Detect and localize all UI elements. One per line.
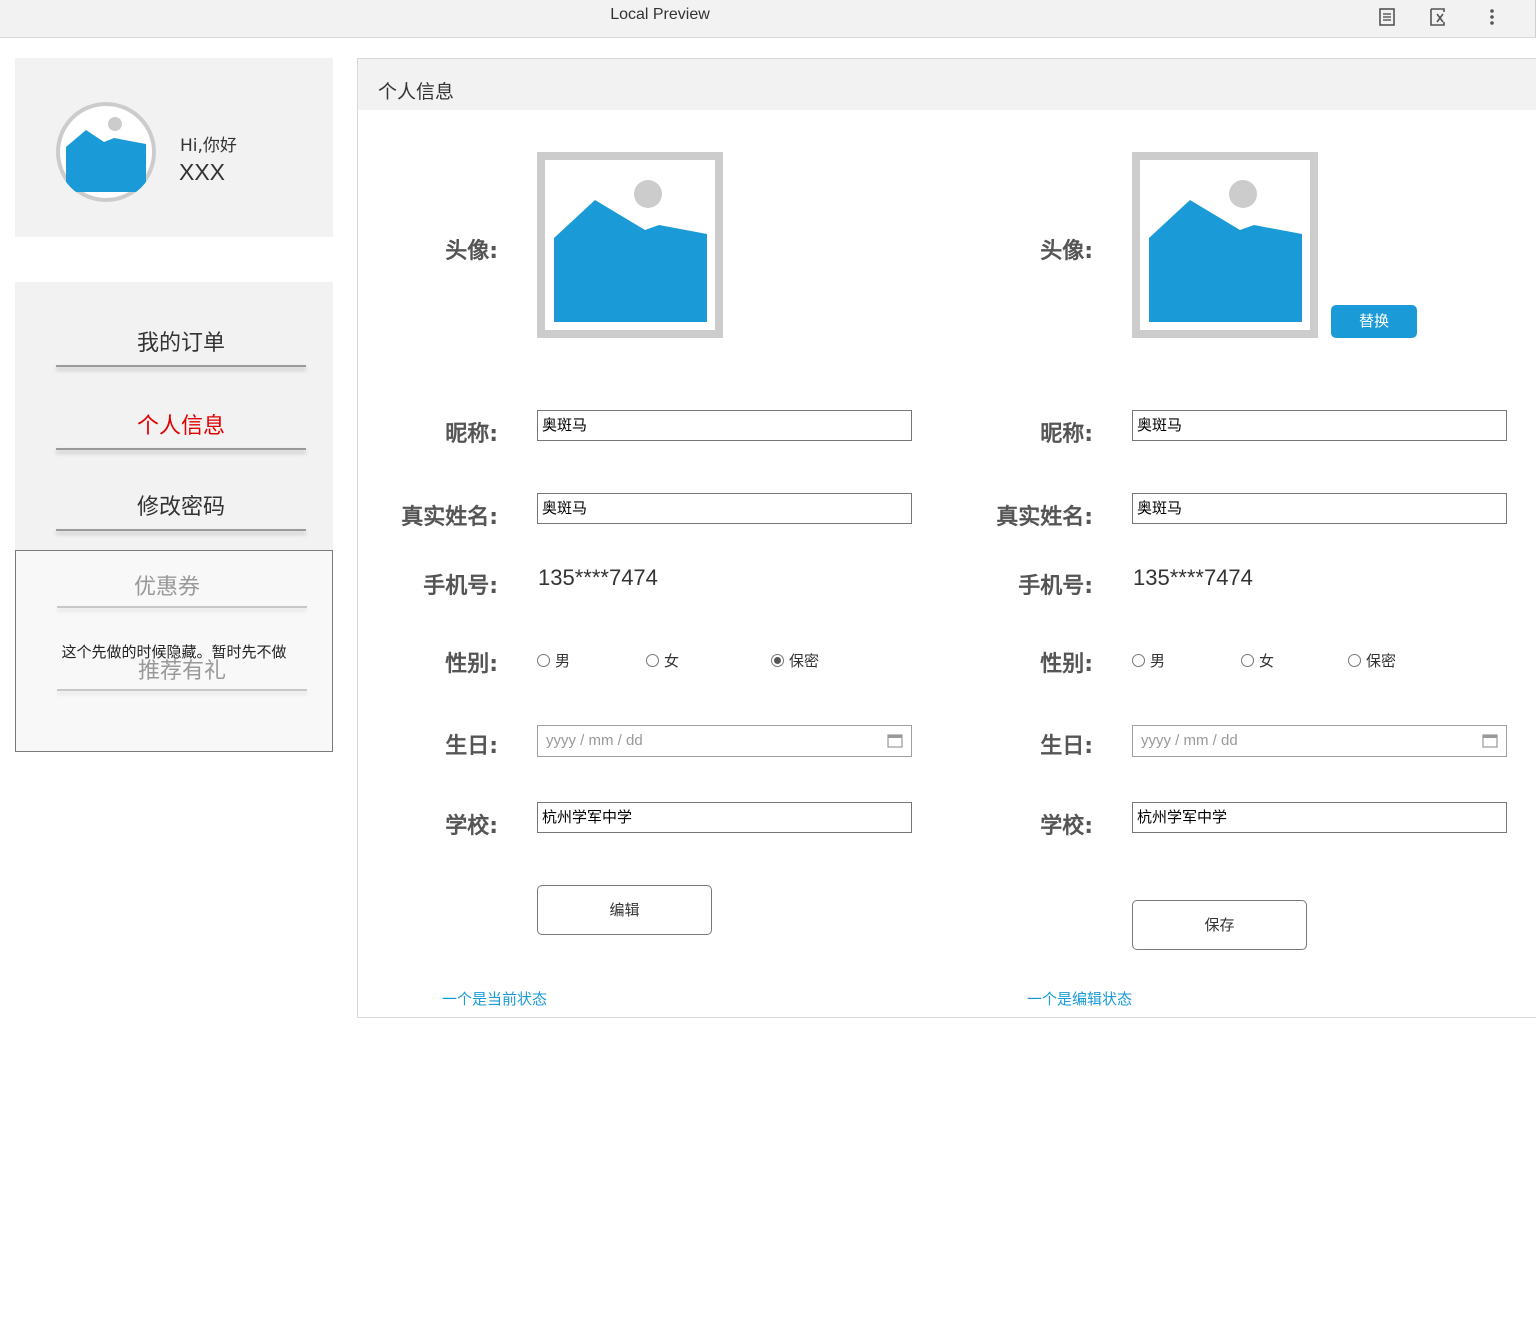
document-icon[interactable] [1375,5,1399,29]
image-placeholder-icon [545,160,715,330]
avatar-image [1132,152,1318,338]
panel-header: 个人信息 [358,59,1536,110]
realname-label: 真实姓名: [401,505,498,530]
nickname-field[interactable]: 奥斑马 [1132,410,1507,441]
radio-icon [537,654,550,667]
image-placeholder-icon [60,106,152,198]
avatar-label: 头像: [445,239,498,264]
school-field[interactable]: 杭州学军中学 [1132,802,1507,833]
sidebar-item-coupons: 优惠券 [133,575,200,600]
radio-checked-icon [771,654,784,667]
gender-radio-male[interactable]: 男 [1132,650,1165,671]
divider [56,529,306,531]
birthday-date-input[interactable]: yyyy / mm / dd [537,725,912,757]
image-placeholder-icon [1140,160,1310,330]
realname-label: 真实姓名: [996,505,1093,530]
edit-button[interactable]: 编辑 [537,885,712,935]
school-label: 学校: [1040,814,1093,839]
divider [57,606,307,608]
gender-radio-female[interactable]: 女 [646,650,679,671]
gender-radio-male[interactable]: 男 [537,650,570,671]
phone-label: 手机号: [1018,574,1093,599]
state-note: 一个是当前状态 [442,990,548,1008]
radio-icon [646,654,659,667]
radio-icon [1348,654,1361,667]
main-panel: 个人信息 头像: 昵称: 奥斑马 真实姓名: 奥斑马 手机号: 135****7… [357,58,1536,1018]
state-note: 一个是编辑状态 [1027,990,1133,1008]
sidebar-nav: 我的订单 个人信息 修改密码 [15,282,333,550]
calendar-icon[interactable] [887,733,903,748]
school-field[interactable]: 杭州学军中学 [537,802,912,833]
divider [57,689,307,691]
radio-icon [1132,654,1145,667]
window-title: Local Preview [610,6,710,23]
view-state-column: 头像: 昵称: 奥斑马 真实姓名: 奥斑马 手机号: 135****7474 性… [358,110,948,1016]
page-title: 个人信息 [378,81,455,103]
annotation-note: 这个先做的时候隐藏。暂时先不做 [61,643,287,661]
username-text: XXX [179,159,226,185]
radio-icon [1241,654,1254,667]
greeting-text: Hi,你好 [180,136,237,156]
realname-field[interactable]: 奥斑马 [537,493,912,524]
phone-value: 135****7474 [1133,565,1253,590]
title-bar: Local Preview [0,0,1536,38]
profile-card: Hi,你好 XXX [15,58,333,237]
realname-field[interactable]: 奥斑马 [1132,493,1507,524]
sidebar-item-my-orders[interactable]: 我的订单 [56,325,306,357]
gender-radio-secret[interactable]: 保密 [1348,650,1396,671]
avatar-label: 头像: [1040,239,1093,264]
gender-radio-female[interactable]: 女 [1241,650,1274,671]
save-button[interactable]: 保存 [1132,900,1307,950]
avatar-image [537,152,723,338]
divider [56,448,306,450]
avatar[interactable] [56,102,156,202]
replace-avatar-button[interactable]: 替换 [1331,305,1417,338]
sidebar-item-change-password[interactable]: 修改密码 [56,489,306,521]
nickname-field[interactable]: 奥斑马 [537,410,912,441]
nickname-label: 昵称: [445,422,498,447]
school-label: 学校: [445,814,498,839]
calendar-icon[interactable] [1482,733,1498,748]
nickname-label: 昵称: [1040,422,1093,447]
gender-radio-secret[interactable]: 保密 [771,650,819,671]
phone-value: 135****7474 [538,565,658,590]
divider [56,365,306,367]
phone-label: 手机号: [423,574,498,599]
gender-label: 性别: [445,652,498,677]
edit-state-column: 头像: 替换 昵称: 奥斑马 真实姓名: 奥斑马 手机号: 135****747… [953,110,1536,1016]
birthday-label: 生日: [1040,734,1093,759]
variable-icon[interactable] [1427,5,1451,29]
hidden-nav-box: 优惠券 推荐有礼 这个先做的时候隐藏。暂时先不做 [15,550,333,752]
more-vert-icon[interactable] [1480,5,1504,29]
sidebar-item-personal-info[interactable]: 个人信息 [56,408,306,440]
birthday-label: 生日: [445,734,498,759]
birthday-date-input[interactable]: yyyy / mm / dd [1132,725,1507,757]
gender-label: 性别: [1040,652,1093,677]
